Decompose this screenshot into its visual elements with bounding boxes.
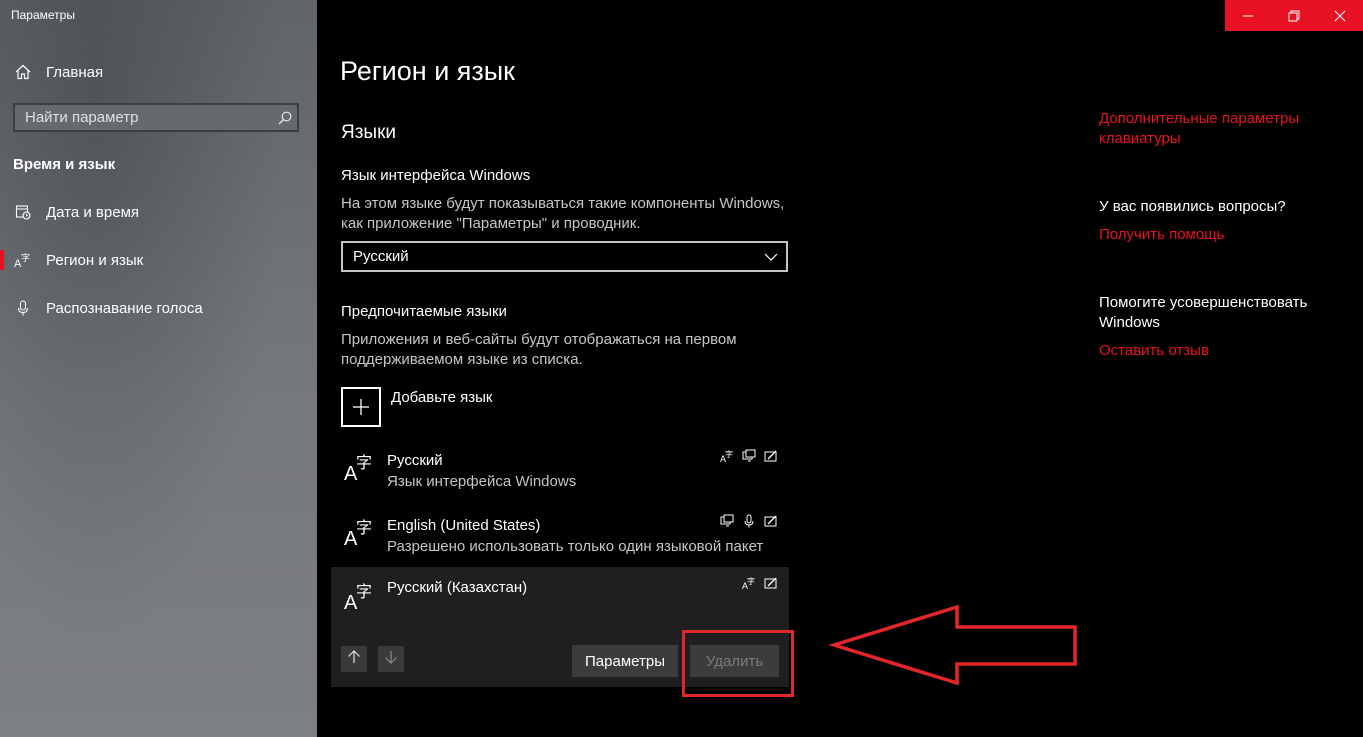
- display-language-heading: Язык интерфейса Windows: [341, 167, 531, 184]
- display-language-icon: A字: [719, 448, 735, 464]
- language-item-english[interactable]: A字 English (United States) Разрешено исп…: [331, 505, 789, 569]
- calendar-clock-icon: [14, 203, 32, 221]
- search-icon[interactable]: [273, 111, 297, 125]
- arrow-up-icon: [347, 649, 361, 669]
- minimize-icon[interactable]: [1225, 0, 1271, 31]
- handwriting-icon: [763, 575, 779, 591]
- home-icon: [14, 63, 32, 81]
- svg-text:字: 字: [725, 449, 733, 459]
- sidebar-item-speech[interactable]: Распознавание голоса: [0, 288, 317, 328]
- language-name: English (United States): [387, 517, 541, 534]
- search-box[interactable]: [13, 103, 299, 132]
- search-input[interactable]: [15, 108, 273, 127]
- text-to-speech-icon: [719, 513, 735, 529]
- improve-heading-2: Windows: [1099, 314, 1160, 331]
- language-item-russian[interactable]: A字 Русский Язык интерфейса Windows A字: [331, 440, 789, 504]
- handwriting-icon: [763, 513, 779, 529]
- page-title: Регион и язык: [340, 56, 515, 86]
- language-subtitle: Разрешено использовать только один языко…: [387, 538, 764, 555]
- sidebar-item-date-time[interactable]: Дата и время: [0, 192, 317, 232]
- chevron-down-icon: [764, 248, 778, 265]
- display-language-description-2: как приложение "Параметры" и проводник.: [341, 215, 641, 232]
- preferred-languages-heading: Предпочитаемые языки: [341, 303, 507, 320]
- language-icon: A字: [14, 251, 32, 269]
- move-up-button[interactable]: [341, 646, 367, 672]
- language-glyph-icon: A字: [344, 453, 372, 482]
- sidebar-item-label: Дата и время: [46, 203, 140, 221]
- sidebar-item-region-language[interactable]: A字 Регион и язык: [0, 240, 317, 280]
- svg-text:字: 字: [747, 576, 755, 586]
- language-features: A字: [741, 575, 779, 591]
- display-language-icon: A字: [741, 575, 757, 591]
- improve-heading-1: Помогите усовершенствовать: [1099, 294, 1308, 311]
- preferred-description-1: Приложения и веб-сайты будут отображатьс…: [341, 331, 737, 348]
- nav-home[interactable]: Главная: [0, 52, 317, 92]
- sidebar-item-label: Регион и язык: [46, 251, 144, 269]
- keyboard-settings-link-1[interactable]: Дополнительные параметры: [1099, 109, 1299, 129]
- sidebar-item-label: Распознавание голоса: [46, 299, 203, 317]
- add-language-label: Добавьте язык: [391, 389, 493, 406]
- move-down-button[interactable]: [378, 646, 404, 672]
- plus-icon: [341, 387, 381, 427]
- dropdown-selected-value: Русский: [353, 248, 409, 265]
- questions-heading: У вас появились вопросы?: [1099, 198, 1286, 215]
- annotation-arrow: [828, 604, 1077, 686]
- microphone-icon: [14, 299, 32, 317]
- preferred-description-2: поддерживаемом языке из списка.: [341, 351, 583, 368]
- handwriting-icon: [763, 448, 779, 464]
- nav-home-label: Главная: [46, 63, 104, 81]
- language-name: Русский: [387, 452, 443, 469]
- language-glyph-icon: A字: [344, 582, 372, 611]
- arrow-down-icon: [384, 650, 398, 669]
- language-features: A字: [719, 448, 779, 464]
- restore-icon[interactable]: [1271, 0, 1317, 31]
- language-glyph-icon: A字: [344, 518, 372, 547]
- display-language-dropdown[interactable]: Русский: [341, 241, 788, 272]
- feedback-link[interactable]: Оставить отзыв: [1099, 341, 1209, 361]
- language-features: [719, 513, 779, 529]
- text-to-speech-icon: [741, 448, 757, 464]
- sidebar-section-title: Время и язык: [13, 156, 116, 173]
- language-name: Русский (Казахстан): [387, 579, 528, 596]
- language-subtitle: Язык интерфейса Windows: [387, 473, 577, 490]
- svg-text:字: 字: [356, 582, 372, 601]
- display-language-description-1: На этом языке будут показываться такие к…: [341, 195, 785, 212]
- languages-heading: Языки: [341, 122, 397, 143]
- speech-recognition-icon: [741, 513, 757, 529]
- svg-text:字: 字: [21, 252, 30, 264]
- svg-text:字: 字: [356, 518, 372, 537]
- language-options-button[interactable]: Параметры: [572, 645, 678, 677]
- keyboard-settings-link-2[interactable]: клавиатуры: [1099, 129, 1181, 149]
- app-title: Параметры: [11, 8, 75, 22]
- annotation-highlight-box: [682, 630, 794, 697]
- close-icon[interactable]: [1317, 0, 1363, 31]
- svg-text:字: 字: [356, 453, 372, 472]
- get-help-link[interactable]: Получить помощь: [1099, 225, 1224, 245]
- add-language-button[interactable]: Добавьте язык: [341, 387, 492, 427]
- window-controls: [1225, 0, 1363, 31]
